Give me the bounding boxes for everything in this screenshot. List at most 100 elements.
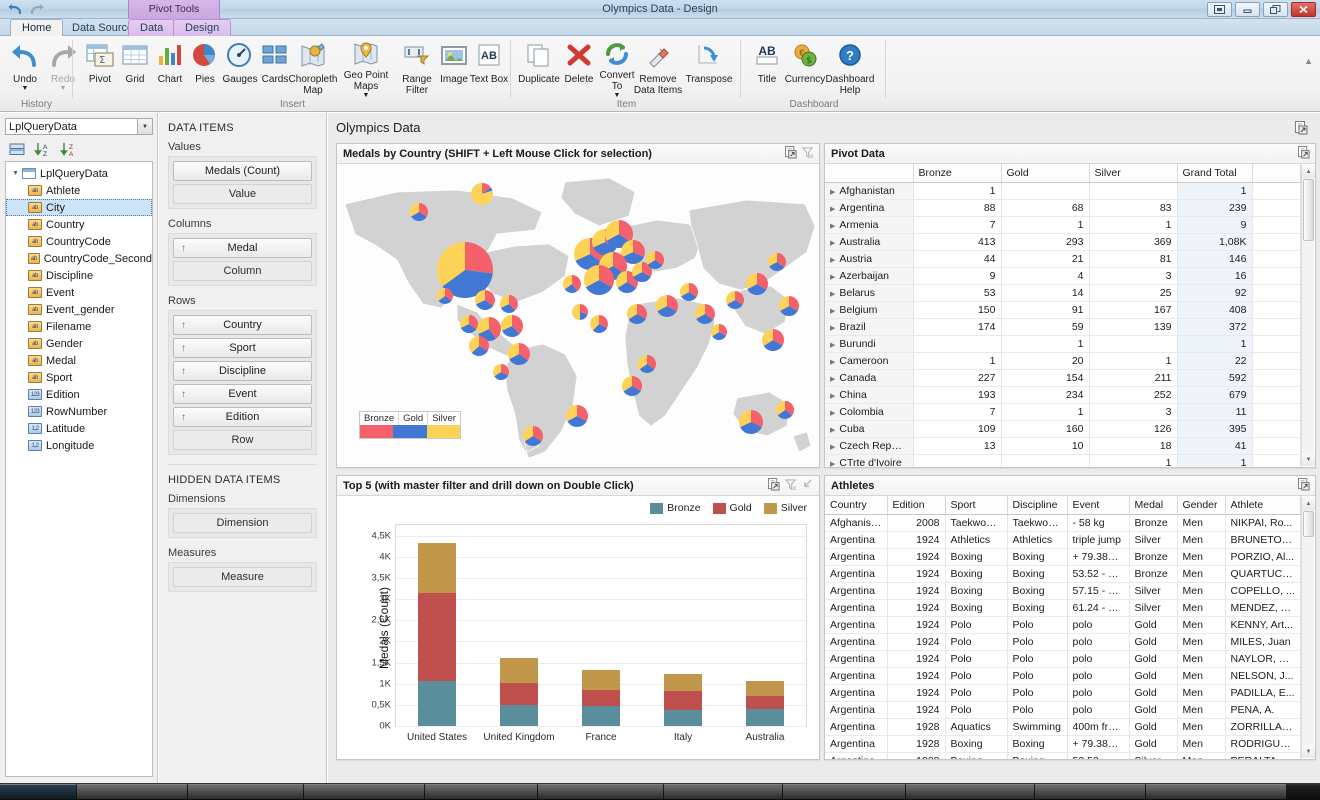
athletes-cell[interactable]: polo [1067,702,1129,719]
pivot-cell[interactable]: 20 [1001,353,1089,370]
chart-legend-item-gold[interactable]: Gold [713,502,752,514]
table-row[interactable]: ▶Argentina886883239 [825,200,1301,217]
athletes-table[interactable]: CountryEditionSportDisciplineEventMedalG… [825,496,1301,759]
athletes-cell[interactable]: Men [1177,685,1225,702]
athletes-column-header[interactable]: Sport [945,496,1007,515]
pivot-widget[interactable]: Pivot Data BronzeGoldSilverGrand Total ▶… [824,143,1316,468]
data-item-event[interactable]: ↑Event [173,384,312,404]
pivot-cell[interactable]: 83 [1089,200,1177,217]
table-row[interactable]: ▶Armenia7119 [825,217,1301,234]
transpose-button[interactable]: Transpose [686,40,732,96]
athletes-cell[interactable]: Silver [1129,583,1177,600]
pivot-cell[interactable]: 7 [913,217,1001,234]
pivot-cell[interactable]: 154 [1001,370,1089,387]
pivot-cell[interactable]: 9 [913,268,1001,285]
athletes-cell[interactable]: 1924 [887,685,945,702]
athletes-cell[interactable]: + 79.38kg ... [1067,549,1129,566]
pivot-column-header[interactable]: Grand Total [1177,164,1252,183]
chart-legend-item-bronze[interactable]: Bronze [650,502,700,514]
pivot-cell[interactable]: 1 [1089,217,1177,234]
ribbon-display-options-button[interactable] [1207,2,1232,17]
athletes-cell[interactable]: Silver [1129,532,1177,549]
athletes-cell[interactable]: 2008 [887,515,945,532]
field-item-latitude[interactable]: 1,2Latitude [6,420,152,437]
table-row[interactable]: Argentina1928AquaticsSwimming400m frees.… [825,719,1301,736]
expand-triangle-icon[interactable]: ▶ [830,461,835,467]
athletes-cell[interactable]: Argentina [825,583,887,600]
athletes-cell[interactable]: Swimming [1007,719,1067,736]
athletes-cell[interactable]: Polo [1007,702,1067,719]
pivot-cell[interactable] [1001,183,1089,200]
field-item-rownumber[interactable]: 123RowNumber [6,403,152,420]
athletes-cell[interactable]: Men [1177,736,1225,753]
data-item-placeholder-value[interactable]: Value [173,184,312,204]
athletes-cell[interactable]: PENA, A. [1225,702,1301,719]
scroll-up-icon[interactable]: ▲ [1302,165,1315,178]
athletes-vertical-scrollbar[interactable]: ▲ ▼ [1301,497,1314,758]
athletes-cell[interactable]: Polo [945,685,1007,702]
scrollbar-thumb[interactable] [1303,179,1314,241]
athletes-column-header[interactable]: Medal [1129,496,1177,515]
field-item-event-gender[interactable]: abEvent_gender [6,301,152,318]
chart-bar[interactable] [582,670,620,726]
athletes-cell[interactable]: Boxing [945,583,1007,600]
field-item-medal[interactable]: abMedal [6,352,152,369]
pivot-cell[interactable]: 679 [1177,387,1252,404]
chart-bar-segment[interactable] [746,681,784,697]
expand-triangle-icon[interactable]: ▶ [830,240,835,247]
table-row[interactable]: ▶Canada227154211592 [825,370,1301,387]
field-item-gender[interactable]: abGender [6,335,152,352]
pivot-cell[interactable]: 22 [1177,353,1252,370]
field-item-sport[interactable]: abSport [6,369,152,386]
chevron-down-icon[interactable]: ▼ [363,92,370,99]
pivot-cell[interactable] [1089,183,1177,200]
pivot-column-header[interactable] [825,164,913,183]
athletes-cell[interactable]: Boxing [1007,753,1067,760]
pivot-cell[interactable]: 1 [1089,353,1177,370]
table-row[interactable]: Argentina1924PoloPolopoloGoldMenNAYLOR, … [825,651,1301,668]
map-canvas[interactable]: Bronze Gold Silver [337,164,819,467]
field-item-city[interactable]: abCity [6,199,152,216]
athletes-cell[interactable]: KENNY, Art... [1225,617,1301,634]
athletes-column-header[interactable]: Country [825,496,887,515]
pivot-cell[interactable]: 193 [913,387,1001,404]
pivot-row-header[interactable]: ▶Cuba [825,421,913,438]
pivot-cell[interactable]: 4 [1001,268,1089,285]
chart-bar-segment[interactable] [664,674,702,691]
pivot-cell[interactable]: 3 [1089,404,1177,421]
pivot-cell[interactable]: 88 [913,200,1001,217]
pivot-column-header[interactable] [1252,164,1301,183]
athletes-cell[interactable]: Boxing [945,753,1007,760]
pivot-cell[interactable]: 1 [913,353,1001,370]
pivot-cell[interactable]: 59 [1001,319,1089,336]
table-row[interactable]: Argentina1924AthleticsAthleticstriple ju… [825,532,1301,549]
pivot-cell[interactable]: 81 [1089,251,1177,268]
pivot-cell[interactable]: 239 [1177,200,1252,217]
map-widget[interactable]: Medals by Country (SHIFT + Left Mouse Cl… [336,143,820,468]
athletes-cell[interactable]: Argentina [825,617,887,634]
pivot-cell[interactable]: 174 [913,319,1001,336]
pivot-cell[interactable]: 395 [1177,421,1252,438]
pivot-cell[interactable]: 25 [1089,285,1177,302]
pivot-row-header[interactable]: ▶Burundi [825,336,913,353]
athletes-cell[interactable]: Taekwondo [1007,515,1067,532]
athletes-cell[interactable]: Argentina [825,685,887,702]
table-row[interactable]: Argentina1924PoloPolopoloGoldMenKENNY, A… [825,617,1301,634]
athletes-cell[interactable]: 57.15 - 61.... [1067,583,1129,600]
pivot-grid-scroll[interactable]: BronzeGoldSilverGrand Total ▶Afghanistan… [825,164,1301,467]
expand-triangle-icon[interactable]: ▶ [830,257,835,264]
pivot-cell[interactable]: 160 [1001,421,1089,438]
table-row[interactable]: Argentina1924BoxingBoxing53.52 - 57....B… [825,566,1301,583]
taskbar-item[interactable] [304,784,424,799]
pivot-cell[interactable]: 592 [1177,370,1252,387]
athletes-cell[interactable]: PERALTA, ... [1225,753,1301,760]
maximize-button[interactable] [1263,2,1288,17]
pivot-row-header[interactable]: ▶Colombia [825,404,913,421]
athletes-cell[interactable]: ZORRILLA, ... [1225,719,1301,736]
chart-bar-segment[interactable] [746,696,784,708]
pivot-vertical-scrollbar[interactable]: ▲ ▼ [1301,165,1314,466]
taskbar-item[interactable] [664,784,782,799]
chevron-down-icon[interactable]: ▼ [614,92,621,99]
athletes-grid-scroll[interactable]: CountryEditionSportDisciplineEventMedalG… [825,496,1301,759]
tab-data[interactable]: Data [128,19,175,36]
